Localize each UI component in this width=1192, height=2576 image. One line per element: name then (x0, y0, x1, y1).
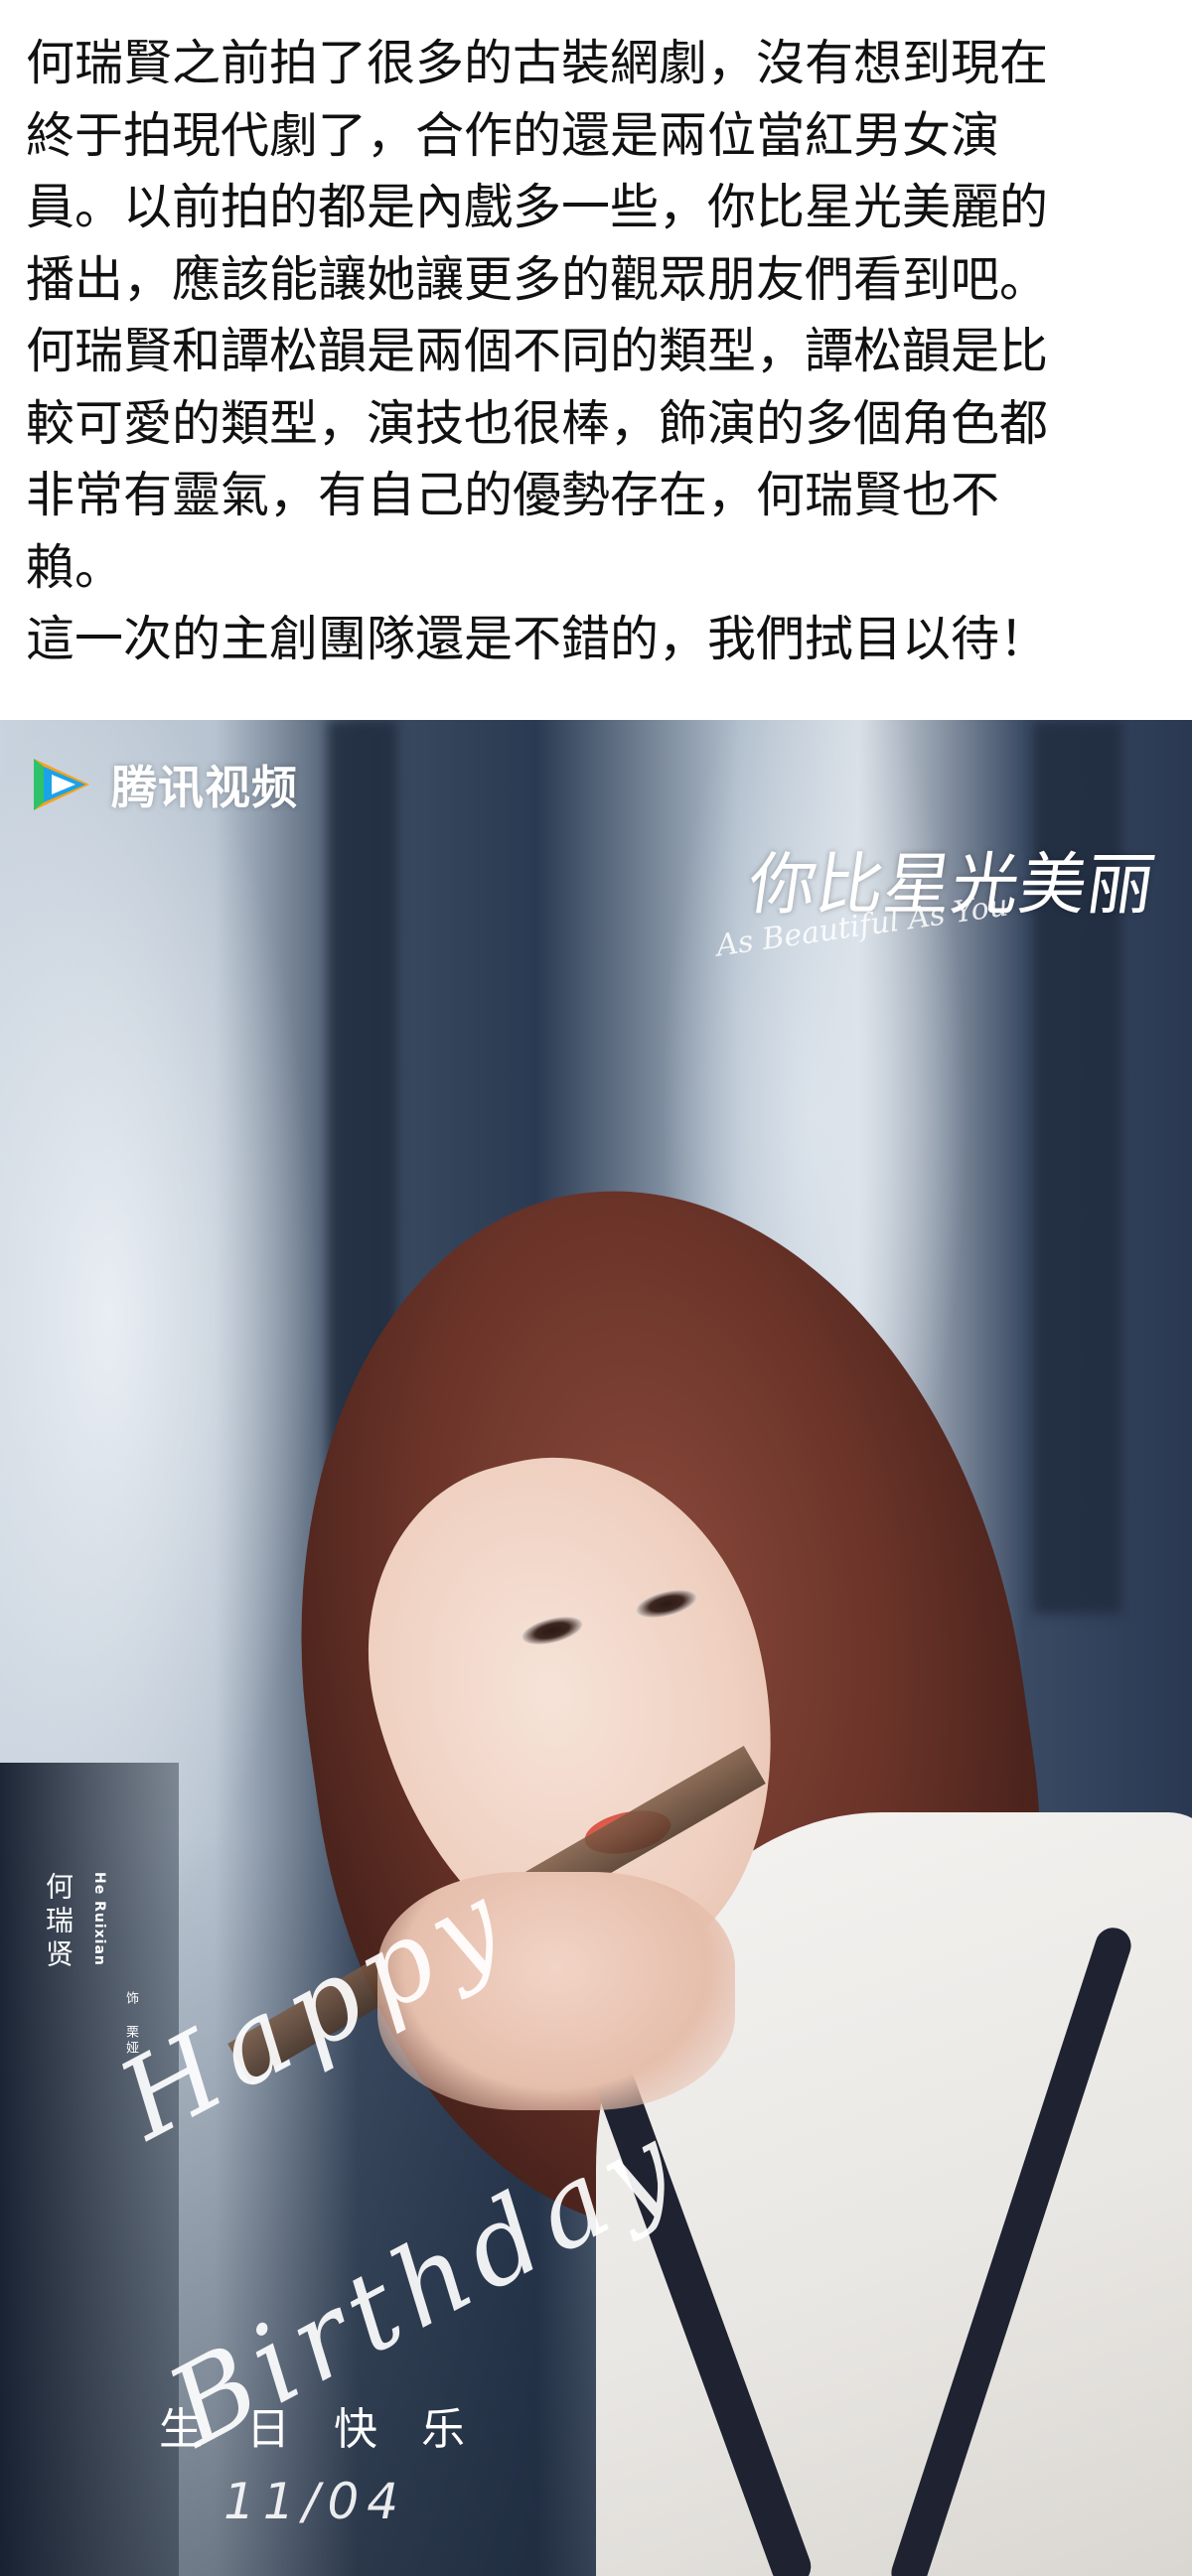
article-line: 較可愛的類型，演技也很棒，飾演的多個角色都 (26, 394, 1049, 452)
article-line: 終于拍現代劇了，合作的還是兩位當紅男女演 (26, 106, 1000, 164)
tencent-video-logo: 腾讯视频 (28, 752, 298, 817)
article-line: 何瑞賢之前拍了很多的古裝網劇，沒有想到現在 (26, 35, 1049, 91)
actor-name-english: He Ruixian (91, 1872, 107, 1966)
article-line: 賴。 (26, 538, 124, 596)
greeting-chinese: 生日快乐 (159, 2404, 509, 2455)
article-paragraph: 何瑞賢之前拍了很多的古裝網劇，沒有想到現在 終于拍現代劇了，合作的還是兩位當紅男… (26, 28, 1178, 676)
article-line: 播出，應該能讓她讓更多的觀眾朋友們看到吧。 (26, 250, 1049, 308)
article-line: 何瑞賢和譚松韻是兩個不同的類型，譚松韻是比 (26, 323, 1049, 379)
cast-credit: 何瑞贤 He Ruixian 饰 栗娅 (38, 1872, 140, 2057)
article-line: 非常有靈氣，有自己的優勢存在，何瑞賢也不 (26, 467, 1000, 523)
article-line: 這一次的主創團隊還是不錯的，我們拭目以待！ (26, 611, 1049, 667)
birthday-date: 11/04 (224, 2473, 407, 2530)
actor-name: 何瑞贤 (42, 1872, 74, 1973)
article-text-block: 何瑞賢之前拍了很多的古裝網劇，沒有想到現在 終于拍現代劇了，合作的還是兩位當紅男… (0, 0, 1192, 720)
drama-poster-image[interactable]: 腾讯视频 你比星光美丽 As Beautiful As You 何瑞贤 He R… (0, 720, 1192, 2576)
article-line: 員。以前拍的都是內戲多一些，你比星光美麗的 (26, 179, 1049, 235)
logo-text: 腾讯视频 (111, 761, 298, 814)
tencent-video-play-icon (28, 755, 99, 814)
